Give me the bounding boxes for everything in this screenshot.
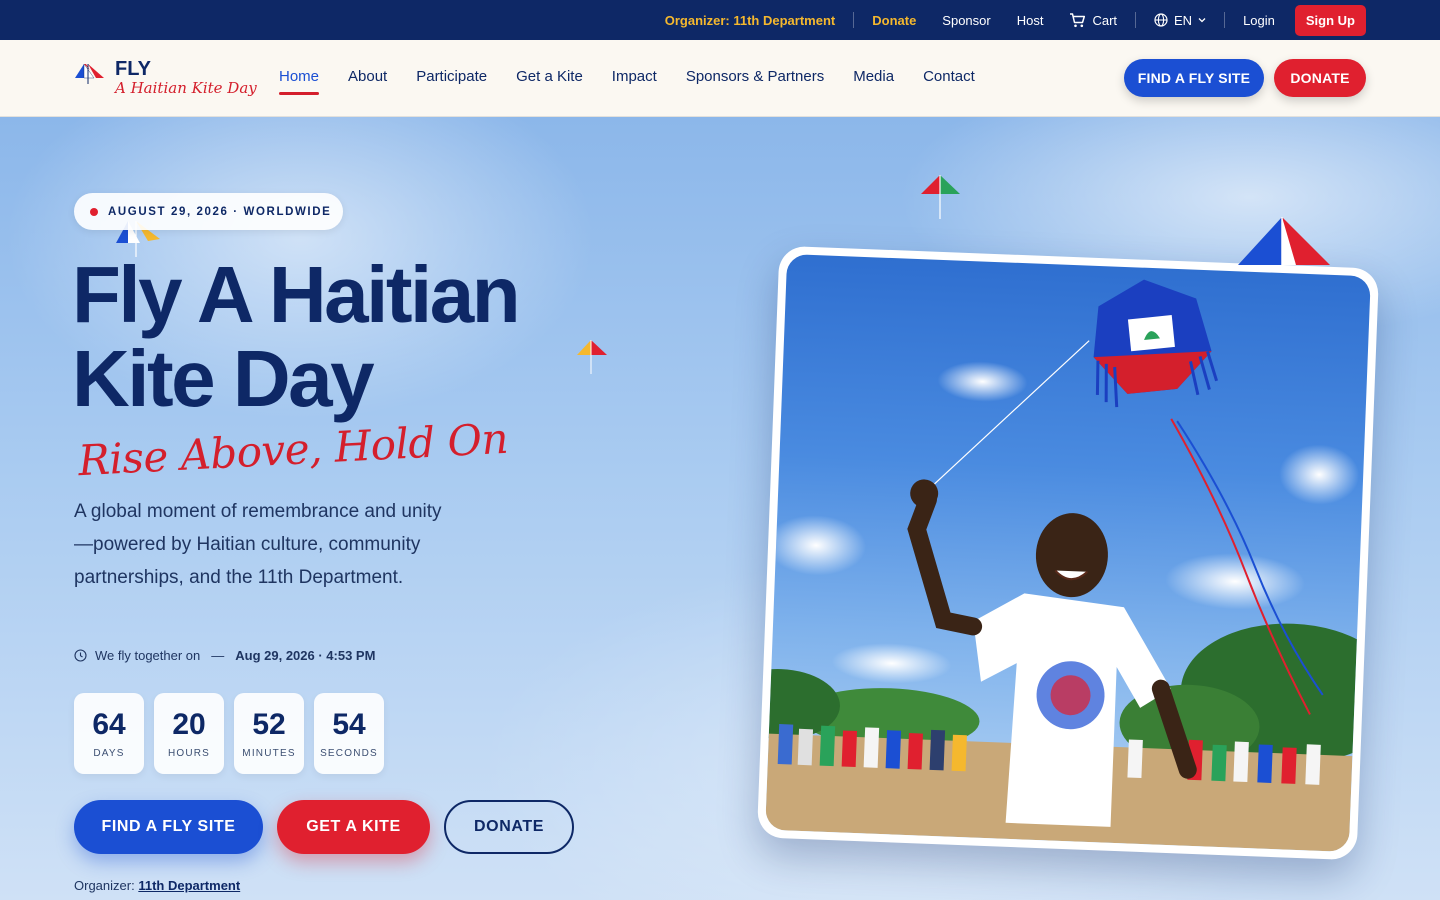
countdown-label: DAYS <box>93 748 125 759</box>
logo[interactable]: FLY A Haitian Kite Day <box>74 58 257 102</box>
hero-section: AUGUST 29, 2026 · WORLDWIDE Fly A Haitia… <box>0 117 1440 900</box>
topbar-host-link[interactable]: Host <box>1017 13 1044 28</box>
divider <box>853 12 855 28</box>
countdown-label: HOURS <box>167 748 211 759</box>
topbar-donate-link[interactable]: Donate <box>872 13 916 28</box>
organizer-credit-link[interactable]: 11th Department <box>138 878 240 893</box>
countdown-minutes: 52 MINUTES <box>234 693 304 774</box>
countdown-value: 64 <box>92 708 126 741</box>
countdown-value: 54 <box>332 708 366 741</box>
live-dot-icon <box>90 207 98 216</box>
nav-media[interactable]: Media <box>853 68 894 85</box>
nav-about[interactable]: About <box>348 68 387 85</box>
divider <box>1224 12 1226 28</box>
countdown-label: SECONDS <box>320 748 378 759</box>
event-date-pill: AUGUST 29, 2026 · WORLDWIDE <box>74 193 343 230</box>
nav-participate[interactable]: Participate <box>416 68 487 85</box>
divider <box>1135 12 1137 28</box>
decorative-kite-icon <box>1238 217 1330 269</box>
countdown-label: MINUTES <box>242 748 296 759</box>
signup-button[interactable]: Sign Up <box>1294 4 1366 36</box>
hero-get-a-kite-button[interactable]: GET A KITE <box>277 800 430 854</box>
chevron-down-icon <box>1198 18 1206 23</box>
language-selector[interactable]: EN <box>1154 13 1206 28</box>
countdown-days: 64 DAYS <box>74 693 144 774</box>
organizer-link[interactable]: Organizer: 11th Department <box>665 13 836 28</box>
countdown-seconds: 54 SECONDS <box>314 693 384 774</box>
nav-sponsors-partners[interactable]: Sponsors & Partners <box>686 68 824 85</box>
brand-tagline: A Haitian Kite Day <box>115 79 257 97</box>
kite-flying-child-illustration <box>765 279 1371 852</box>
hero-photo-card <box>756 245 1380 861</box>
top-utility-bar: Organizer: 11th Department Donate Sponso… <box>0 0 1440 40</box>
decorative-kite-icon <box>921 175 960 219</box>
nav-impact[interactable]: Impact <box>612 68 657 85</box>
hero-title: Fly A Haitian Kite Day <box>72 253 632 421</box>
primary-nav: Home About Participate Get a Kite Impact… <box>279 68 975 95</box>
hero-donate-button[interactable]: DONATE <box>444 800 574 854</box>
organizer-credit: Organizer: 11th Department <box>74 878 240 893</box>
language-label: EN <box>1174 12 1193 28</box>
cart-link[interactable]: Cart <box>1069 13 1117 28</box>
fly-together-datetime: Aug 29, 2026 · 4:53 PM <box>235 648 376 663</box>
fly-together-label: We fly together on <box>95 648 201 663</box>
hero-slogan: Rise Above, Hold On <box>77 413 510 486</box>
dash-separator: — <box>211 648 225 663</box>
cart-icon <box>1070 12 1086 27</box>
kite-logo-icon <box>75 63 104 84</box>
hero-description: A global moment of remembrance and unity… <box>74 501 442 588</box>
event-date-text: AUGUST 29, 2026 · WORLDWIDE <box>108 205 332 218</box>
main-navbar: FLY A Haitian Kite Day Home About Partic… <box>0 40 1440 117</box>
hero-find-fly-site-button[interactable]: FIND A FLY SITE <box>74 800 263 854</box>
fly-together-line: We fly together on — Aug 29, 2026 · 4:53… <box>74 648 375 663</box>
nav-get-a-kite[interactable]: Get a Kite <box>516 68 583 85</box>
organizer-prefix: Organizer: <box>74 878 135 893</box>
countdown-value: 52 <box>252 708 286 741</box>
hero-title-line2: Kite Day <box>72 334 375 423</box>
nav-home[interactable]: Home <box>279 68 320 95</box>
nav-contact[interactable]: Contact <box>923 68 975 85</box>
login-link[interactable]: Login <box>1243 13 1275 28</box>
nav-find-fly-site-button[interactable]: FIND A FLY SITE <box>1124 59 1264 97</box>
clock-icon <box>74 649 87 662</box>
countdown-value: 20 <box>172 708 206 741</box>
hero-photo <box>765 254 1371 852</box>
countdown-timer: 64 DAYS 20 HOURS 52 MINUTES 54 SECONDS <box>74 693 384 774</box>
globe-icon <box>1154 13 1168 27</box>
countdown-hours: 20 HOURS <box>154 693 224 774</box>
cart-label: Cart <box>1092 12 1118 28</box>
topbar-sponsor-link[interactable]: Sponsor <box>942 13 990 28</box>
nav-donate-button[interactable]: DONATE <box>1274 59 1366 97</box>
hero-title-line1: Fly A Haitian <box>72 250 521 339</box>
brand-name: FLY <box>115 58 151 80</box>
